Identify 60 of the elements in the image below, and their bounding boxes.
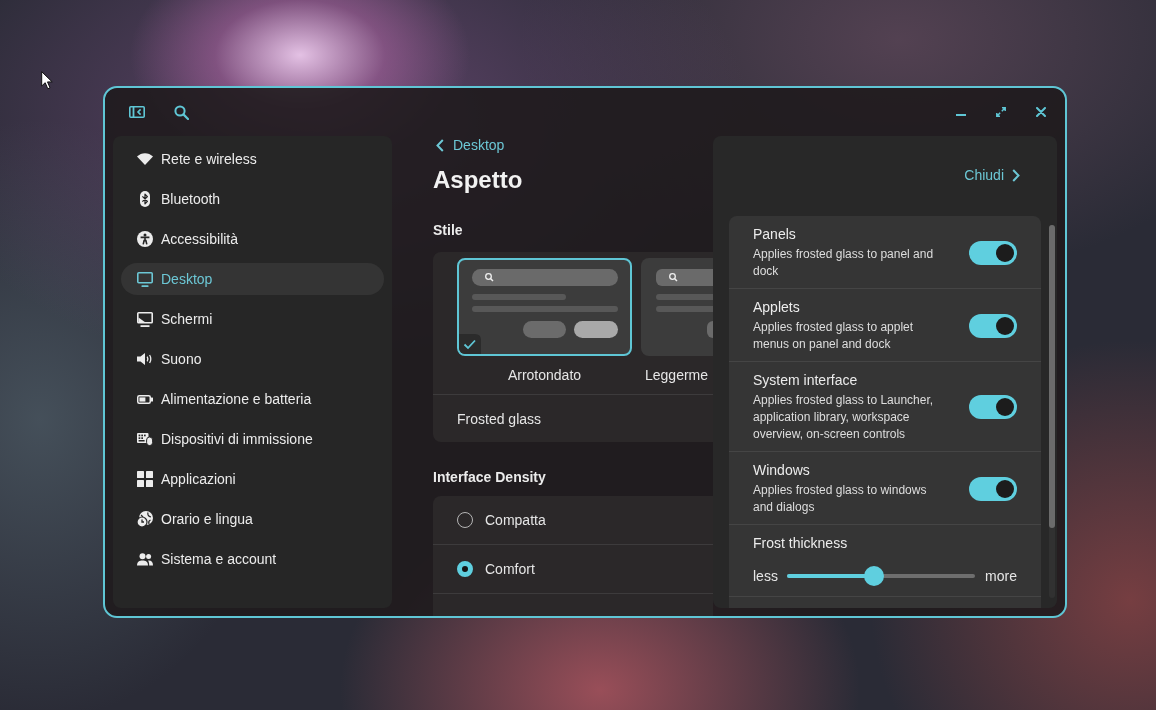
sidebar-item[interactable]: Sistema e account: [121, 543, 384, 575]
sidebar-item[interactable]: Desktop: [121, 263, 384, 295]
scrollbar-thumb[interactable]: [1049, 225, 1055, 528]
toggle-switch[interactable]: [969, 240, 1017, 265]
sidebar-item[interactable]: Rete e wireless: [121, 143, 384, 175]
radio-label: Compatta: [485, 511, 546, 529]
keyboard-mouse-icon: [137, 432, 153, 446]
slider-thumb[interactable]: [864, 566, 885, 586]
toggle-switch[interactable]: [969, 313, 1017, 338]
section-heading: Interface Density: [433, 468, 546, 486]
bluetooth-icon: [140, 191, 150, 207]
sidebar-item[interactable]: Bluetooth: [121, 183, 384, 215]
setting-description: Applies frosted glass to windows and dialogs: [753, 482, 928, 516]
setting-title: System interface: [753, 371, 859, 389]
chevron-left-icon: [436, 138, 444, 152]
setting-description: Applies frosted glass to Launcher, application library, workspace overview, on-screen controls: [753, 392, 935, 443]
display-icon: [137, 311, 153, 327]
setting-title: Applets: [753, 298, 801, 316]
battery-icon: [137, 394, 153, 404]
radio-label: Comfort: [485, 560, 535, 578]
style-label: Leggerme: [644, 366, 710, 384]
slider-min-label: less: [753, 567, 778, 585]
sidebar-item[interactable]: Applicazioni: [121, 463, 384, 495]
grid-icon: [137, 471, 153, 487]
section-heading: Stile: [433, 221, 463, 239]
slider-track[interactable]: [786, 566, 976, 586]
globe-clock-icon: [137, 511, 153, 527]
setting-description: Applies frosted glass to panel and dock: [753, 246, 935, 280]
setting-description: Applies frosted glass to applet menus on panel and dock: [753, 319, 915, 353]
search-icon[interactable]: [174, 104, 189, 120]
speaker-icon: [137, 352, 153, 366]
cursor-icon: [41, 71, 53, 90]
style-label: Arrotondato: [506, 366, 583, 384]
back-link[interactable]: Desktop: [433, 136, 505, 154]
monitor-icon: [137, 271, 153, 287]
people-icon: [137, 552, 153, 566]
sidebar-item[interactable]: Suono: [121, 343, 384, 375]
sidebar-toggle-icon[interactable]: [129, 106, 145, 118]
sidebar-item[interactable]: Alimentazione e batteria: [121, 383, 384, 415]
sidebar-item[interactable]: Accessibilità: [121, 223, 384, 255]
sidebar-item[interactable]: Schermi: [121, 303, 384, 335]
sidebar-item[interactable]: Dispositivi di immissione: [121, 423, 384, 455]
accessibility-icon: [137, 231, 153, 247]
page-title: Aspetto: [433, 165, 523, 195]
close-panel-link[interactable]: Chiudi: [964, 166, 1020, 184]
close-icon[interactable]: [1036, 107, 1046, 117]
check-icon: [459, 334, 481, 354]
setting-title: Windows: [753, 461, 811, 479]
radio-button[interactable]: [457, 561, 473, 577]
maximize-icon[interactable]: [996, 107, 1006, 117]
minimize-icon[interactable]: [956, 113, 966, 116]
sidebar-item[interactable]: Orario e lingua: [121, 503, 384, 535]
setting-label: Frosted glass: [457, 409, 542, 428]
wifi-icon: [137, 153, 153, 165]
slider-max-label: more: [985, 567, 1017, 585]
chevron-right-icon: [1012, 168, 1020, 182]
toggle-switch[interactable]: [969, 476, 1017, 501]
toggle-switch[interactable]: [969, 395, 1017, 419]
setting-title: Panels: [753, 225, 797, 243]
setting-title: Frost thickness: [753, 534, 849, 552]
